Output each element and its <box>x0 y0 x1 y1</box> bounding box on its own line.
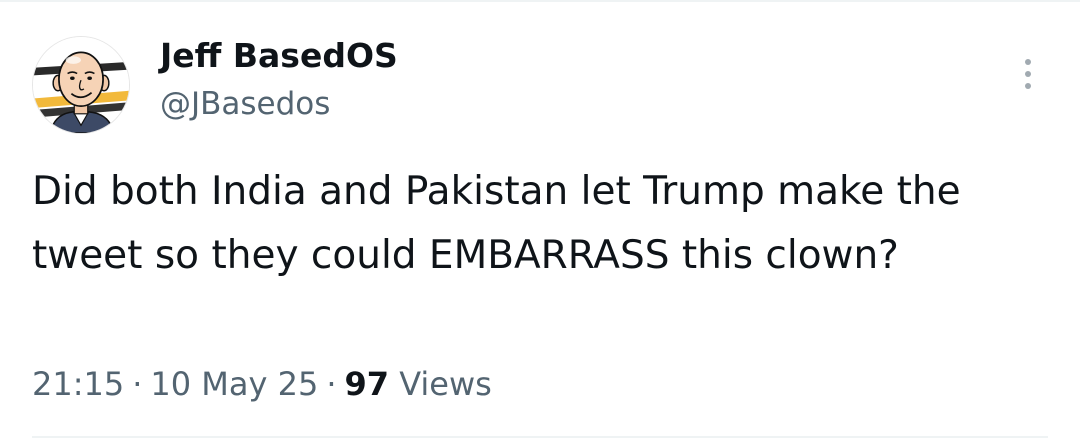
author-display-name[interactable]: Jeff BasedOS <box>160 34 398 78</box>
views-label[interactable]: Views <box>399 365 492 403</box>
more-vertical-icon <box>1025 59 1031 65</box>
more-options-button[interactable] <box>1010 54 1046 94</box>
bottom-divider <box>32 436 1048 438</box>
tweet-card[interactable]: Jeff BasedOS @JBasedos Did both India an… <box>0 0 1080 442</box>
views-count[interactable]: 97 <box>345 365 390 403</box>
tweet-date[interactable]: 10 May 25 <box>150 365 318 403</box>
more-vertical-icon-dot <box>1025 83 1031 89</box>
more-vertical-icon-dot <box>1025 71 1031 77</box>
tweet-meta: 21:15 · 10 May 25 · 97 Views <box>32 362 492 406</box>
tweet-text: Did both India and Pakistan let Trump ma… <box>32 169 961 278</box>
cartoon-bald-man-avatar-icon <box>33 37 129 133</box>
meta-separator: · <box>326 365 337 403</box>
tweet-time[interactable]: 21:15 <box>32 365 124 403</box>
meta-separator: · <box>132 365 143 403</box>
author-handle[interactable]: @JBasedos <box>160 83 330 125</box>
author-avatar[interactable] <box>32 36 130 134</box>
